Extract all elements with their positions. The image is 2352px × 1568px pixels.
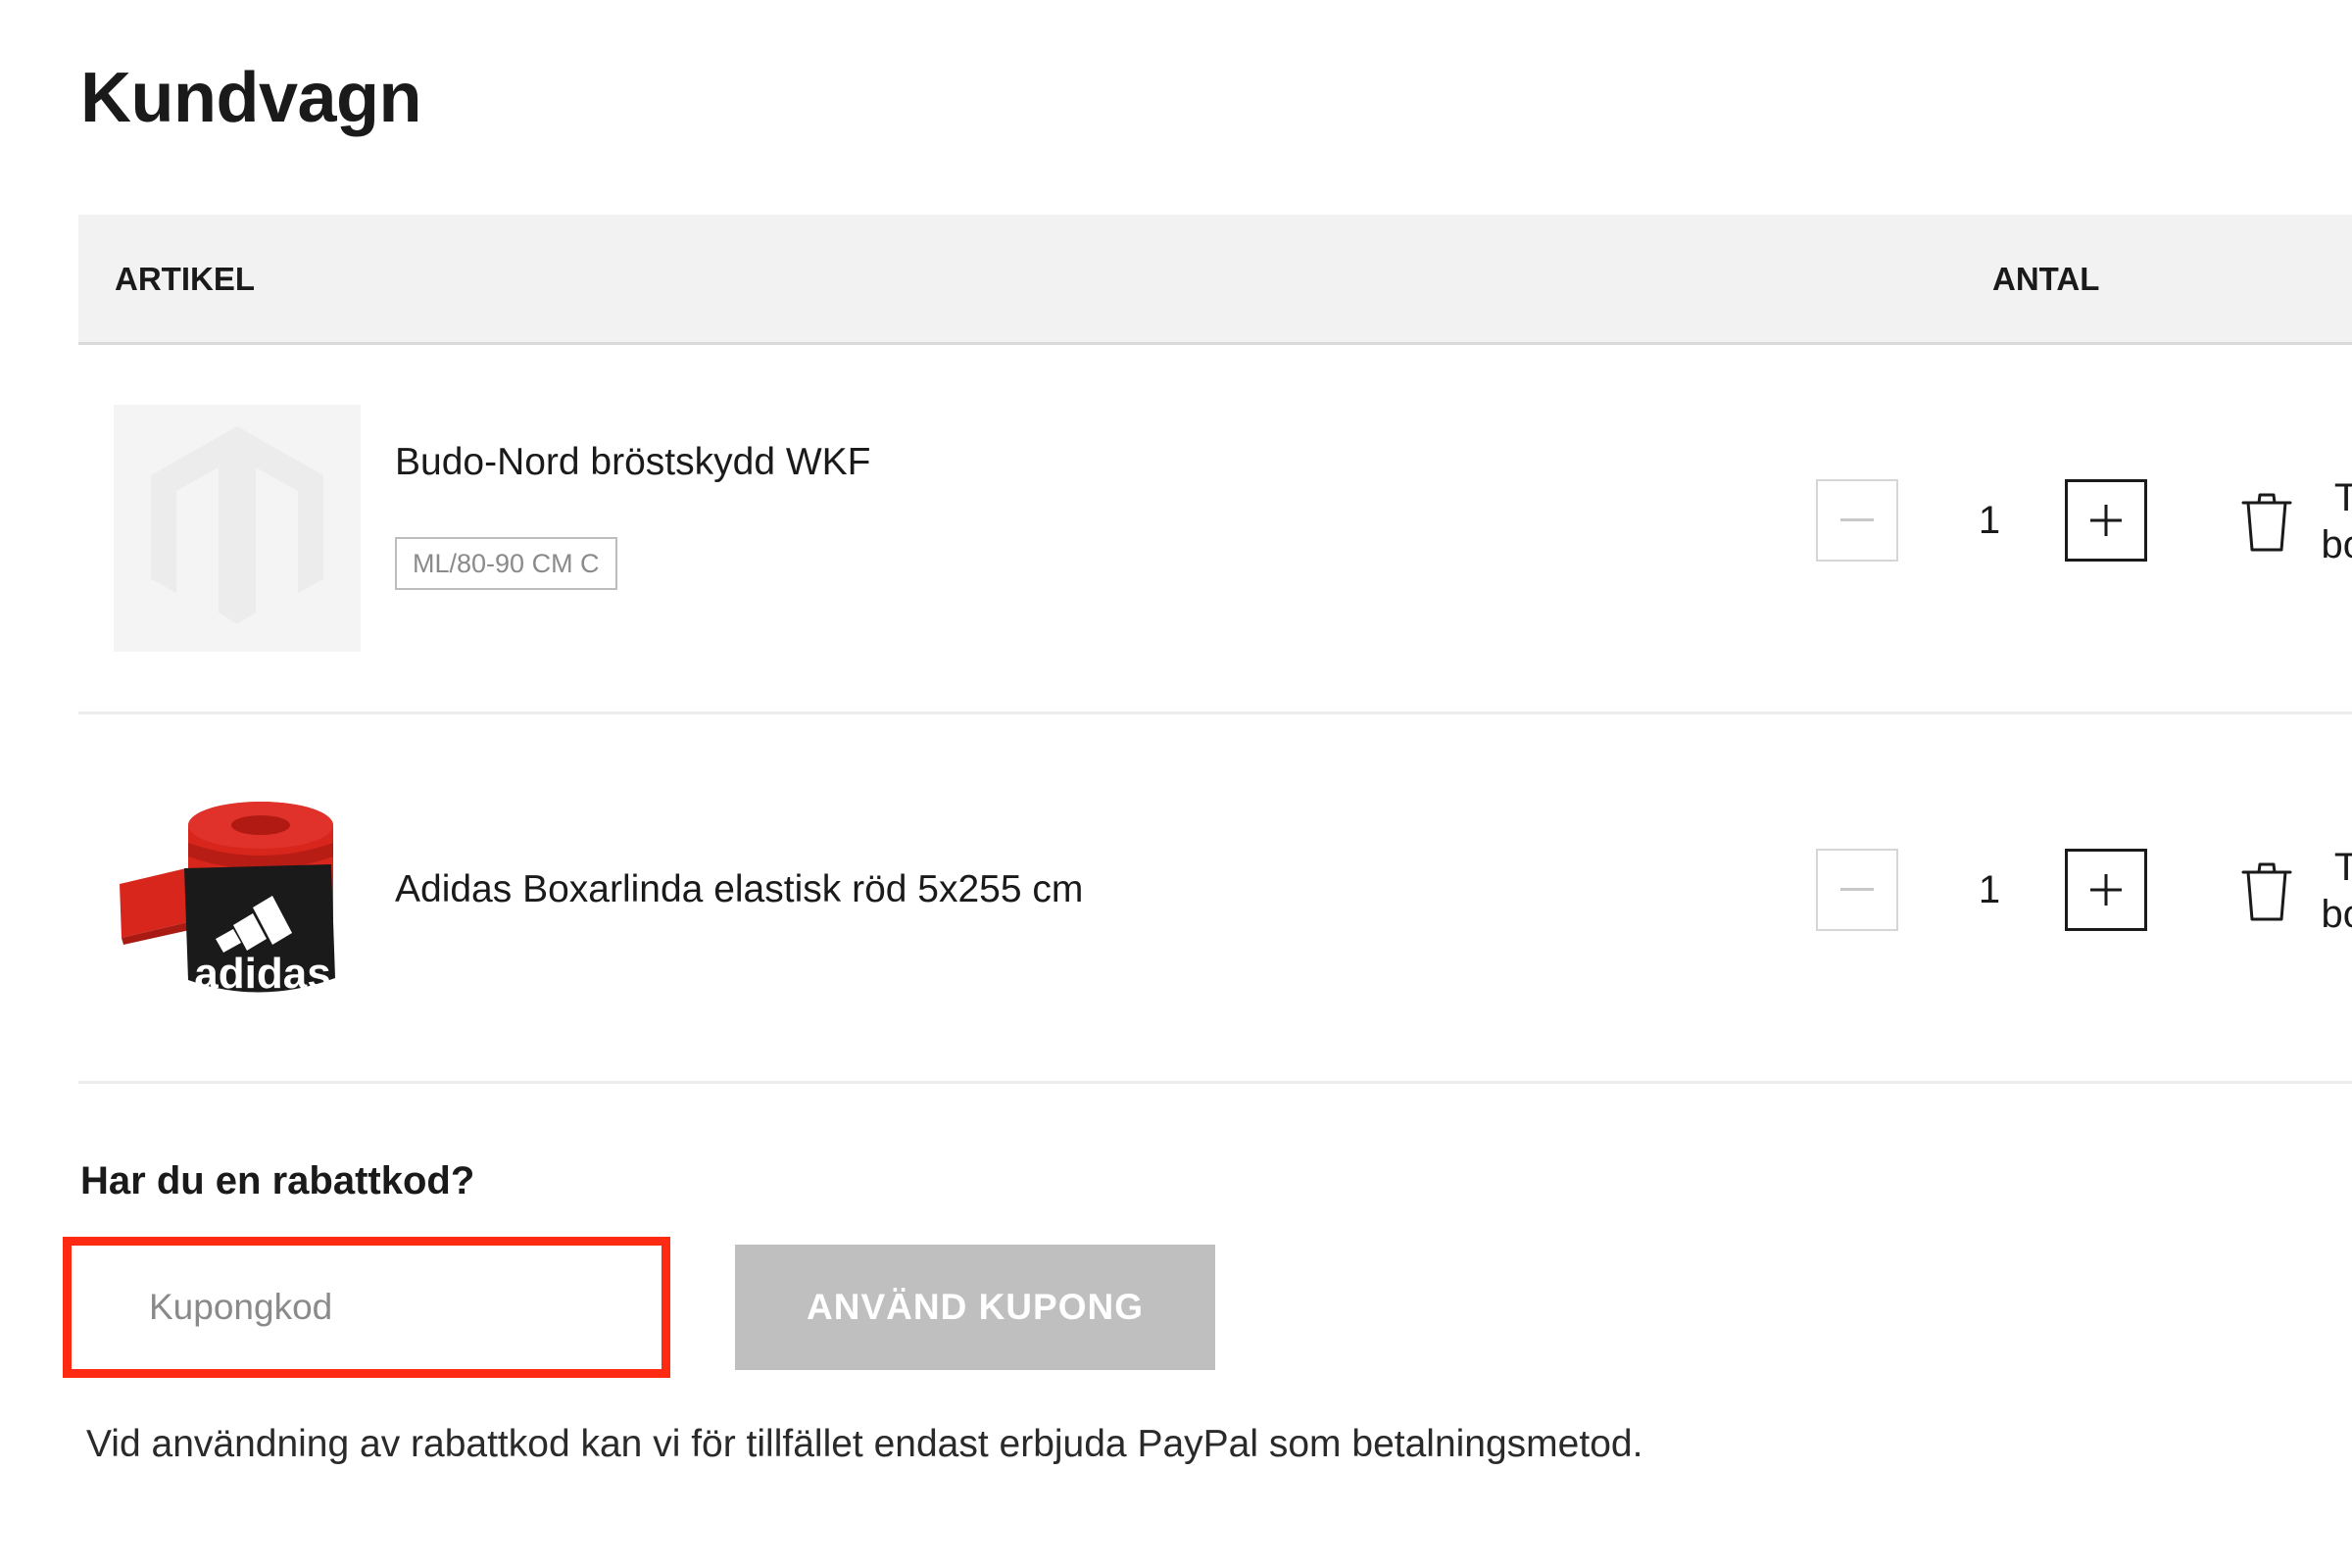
trash-icon[interactable] bbox=[2239, 492, 2294, 553]
decrease-quantity-button[interactable] bbox=[1816, 849, 1898, 931]
apply-coupon-button[interactable]: ANVÄND KUPONG bbox=[735, 1245, 1215, 1370]
column-header-quantity: ANTAL bbox=[1992, 261, 2100, 297]
coupon-code-input[interactable] bbox=[72, 1246, 662, 1369]
coupon-heading: Har du en rabattkod? bbox=[80, 1159, 475, 1202]
remove-item-link[interactable]: Ta bort bbox=[2311, 474, 2352, 568]
coupon-paypal-note: Vid användning av rabattkod kan vi för t… bbox=[86, 1423, 1643, 1465]
plus-icon bbox=[2090, 505, 2122, 536]
cart-item-row: adidas Adidas Boxarlinda elastisk röd 5x… bbox=[78, 714, 2352, 1084]
column-header-article: ARTIKEL bbox=[115, 261, 255, 297]
decrease-quantity-button[interactable] bbox=[1816, 479, 1898, 562]
product-image-boxing-wrap[interactable]: adidas bbox=[114, 774, 361, 1021]
plus-icon bbox=[2090, 874, 2122, 906]
trash-icon[interactable] bbox=[2239, 861, 2294, 922]
cart-item-option: ML/80-90 CM C bbox=[395, 537, 617, 590]
cart-item-name[interactable]: Adidas Boxarlinda elastisk röd 5x255 cm bbox=[395, 866, 1083, 913]
cart-item-row: Budo-Nord bröstskydd WKF ML/80-90 CM C 1… bbox=[78, 345, 2352, 714]
remove-item-link[interactable]: Ta bort bbox=[2311, 844, 2352, 938]
quantity-value: 1 bbox=[1978, 868, 2001, 911]
product-image-placeholder[interactable] bbox=[114, 405, 361, 652]
minus-icon bbox=[1840, 518, 1874, 521]
cart-table-header: ARTIKEL ANTAL bbox=[78, 215, 2352, 345]
minus-icon bbox=[1840, 888, 1874, 891]
cart-item-name[interactable]: Budo-Nord bröstskydd WKF bbox=[395, 439, 871, 486]
product-brand-text: adidas bbox=[194, 950, 330, 998]
increase-quantity-button[interactable] bbox=[2065, 849, 2147, 931]
page-title: Kundvagn bbox=[80, 59, 421, 137]
coupon-input-highlight bbox=[63, 1237, 670, 1378]
quantity-value: 1 bbox=[1978, 499, 2001, 542]
increase-quantity-button[interactable] bbox=[2065, 479, 2147, 562]
